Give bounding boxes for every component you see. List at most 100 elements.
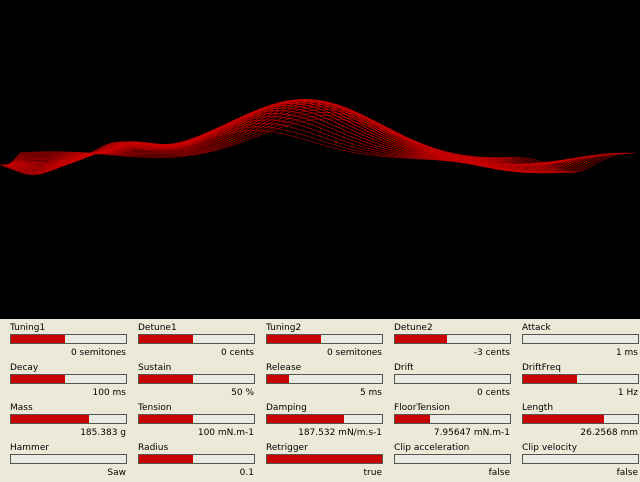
param-value: 1 ms bbox=[615, 348, 638, 358]
param-floortension: FloorTension 7.95647 mN.m-1 bbox=[394, 400, 512, 440]
slider-fill bbox=[395, 335, 447, 343]
damping-slider[interactable] bbox=[266, 414, 383, 424]
tuning1-slider[interactable] bbox=[10, 334, 127, 344]
param-tension: Tension 100 mN.m-1 bbox=[138, 400, 256, 440]
param-label: FloorTension bbox=[394, 403, 450, 413]
slider-fill bbox=[523, 375, 578, 383]
param-tuning2: Tuning2 0 semitones bbox=[266, 320, 384, 360]
mass-slider[interactable] bbox=[10, 414, 127, 424]
slider-fill bbox=[139, 455, 194, 463]
param-value: false bbox=[616, 468, 638, 478]
detune1-slider[interactable] bbox=[138, 334, 255, 344]
param-value: Saw bbox=[107, 468, 126, 478]
tuning2-slider[interactable] bbox=[266, 334, 383, 344]
slider-fill bbox=[139, 335, 194, 343]
param-value: 100 mN.m-1 bbox=[197, 428, 254, 438]
param-detune2: Detune2 -3 cents bbox=[394, 320, 512, 360]
param-label: Clip velocity bbox=[522, 443, 578, 453]
param-value: true bbox=[363, 468, 382, 478]
param-clip-velocity: Clip velocity false bbox=[522, 440, 640, 480]
param-mass: Mass 185.383 g bbox=[10, 400, 128, 440]
param-value: 5 ms bbox=[359, 388, 382, 398]
waveform-visualization bbox=[0, 0, 640, 319]
release-slider[interactable] bbox=[266, 374, 383, 384]
waveform-trace bbox=[15, 104, 611, 174]
param-label: DriftFreq bbox=[522, 363, 561, 373]
param-value: 100 ms bbox=[92, 388, 127, 398]
param-value: false bbox=[488, 468, 510, 478]
slider-fill bbox=[139, 375, 194, 383]
param-label: Drift bbox=[394, 363, 414, 373]
driftfreq-slider[interactable] bbox=[522, 374, 639, 384]
slider-fill bbox=[267, 455, 382, 463]
param-value: 7.95647 mN.m-1 bbox=[433, 428, 510, 438]
param-value: 0 cents bbox=[221, 348, 254, 358]
param-value: 0 semitones bbox=[326, 348, 382, 358]
sustain-slider[interactable] bbox=[138, 374, 255, 384]
slider-fill bbox=[11, 415, 90, 423]
slider-fill bbox=[11, 335, 66, 343]
floortension-slider[interactable] bbox=[394, 414, 511, 424]
waveform-trace bbox=[2, 119, 536, 174]
param-label: Detune1 bbox=[138, 323, 177, 333]
param-label: Attack bbox=[522, 323, 551, 333]
param-label: Mass bbox=[10, 403, 33, 413]
param-label: Tuning1 bbox=[10, 323, 46, 333]
slider-fill bbox=[267, 335, 322, 343]
decay-slider[interactable] bbox=[10, 374, 127, 384]
clip-acceleration-slider[interactable] bbox=[394, 454, 511, 464]
param-radius: Radius 0.1 bbox=[138, 440, 256, 480]
param-decay: Decay 100 ms bbox=[10, 360, 128, 400]
hammer-slider[interactable] bbox=[10, 454, 127, 464]
membrane-waterfall-plot bbox=[0, 98, 636, 176]
slider-fill bbox=[267, 375, 289, 383]
param-hammer: Hammer Saw bbox=[10, 440, 128, 480]
attack-slider[interactable] bbox=[522, 334, 639, 344]
waveform-trace bbox=[18, 111, 626, 174]
param-attack: Attack 1 ms bbox=[522, 320, 640, 360]
param-label: Detune2 bbox=[394, 323, 433, 333]
param-label: Length bbox=[522, 403, 554, 413]
drift-slider[interactable] bbox=[394, 374, 511, 384]
param-label: Hammer bbox=[10, 443, 50, 453]
param-length: Length 26.2568 mm bbox=[522, 400, 640, 440]
param-value: 26.2568 mm bbox=[580, 428, 638, 438]
param-driftfreq: DriftFreq 1 Hz bbox=[522, 360, 640, 400]
param-detune1: Detune1 0 cents bbox=[138, 320, 256, 360]
param-label: Radius bbox=[138, 443, 169, 453]
slider-fill bbox=[139, 415, 194, 423]
param-label: Decay bbox=[10, 363, 39, 373]
param-value: -3 cents bbox=[473, 348, 510, 358]
param-release: Release 5 ms bbox=[266, 360, 384, 400]
param-sustain: Sustain 50 % bbox=[138, 360, 256, 400]
param-value: 187.532 mN/m.s-1 bbox=[298, 428, 382, 438]
param-value: 0.1 bbox=[239, 468, 254, 478]
param-retrigger: Retrigger true bbox=[266, 440, 384, 480]
param-value: 0 semitones bbox=[70, 348, 126, 358]
parameter-panel: Tuning1 0 semitones Detune1 0 cents Tuning2 0… bbox=[0, 319, 640, 482]
detune2-slider[interactable] bbox=[394, 334, 511, 344]
slider-fill bbox=[395, 415, 430, 423]
radius-slider[interactable] bbox=[138, 454, 255, 464]
param-label: Clip acceleration bbox=[394, 443, 470, 453]
param-label: Release bbox=[266, 363, 302, 373]
param-label: Tension bbox=[138, 403, 172, 413]
param-value: 50 % bbox=[231, 388, 254, 398]
param-drift: Drift 0 cents bbox=[394, 360, 512, 400]
slider-fill bbox=[523, 415, 604, 423]
clip-velocity-slider[interactable] bbox=[522, 454, 639, 464]
param-label: Tuning2 bbox=[266, 323, 302, 333]
tension-slider[interactable] bbox=[138, 414, 255, 424]
param-clip-acceleration: Clip acceleration false bbox=[394, 440, 512, 480]
param-value: 0 cents bbox=[477, 388, 510, 398]
slider-fill bbox=[267, 415, 345, 423]
param-label: Damping bbox=[266, 403, 307, 413]
param-label: Retrigger bbox=[266, 443, 308, 453]
param-damping: Damping 187.532 mN/m.s-1 bbox=[266, 400, 384, 440]
length-slider[interactable] bbox=[522, 414, 639, 424]
param-value: 185.383 g bbox=[80, 428, 126, 438]
param-tuning1: Tuning1 0 semitones bbox=[10, 320, 128, 360]
slider-fill bbox=[11, 375, 66, 383]
param-value: 1 Hz bbox=[617, 388, 638, 398]
retrigger-slider[interactable] bbox=[266, 454, 383, 464]
